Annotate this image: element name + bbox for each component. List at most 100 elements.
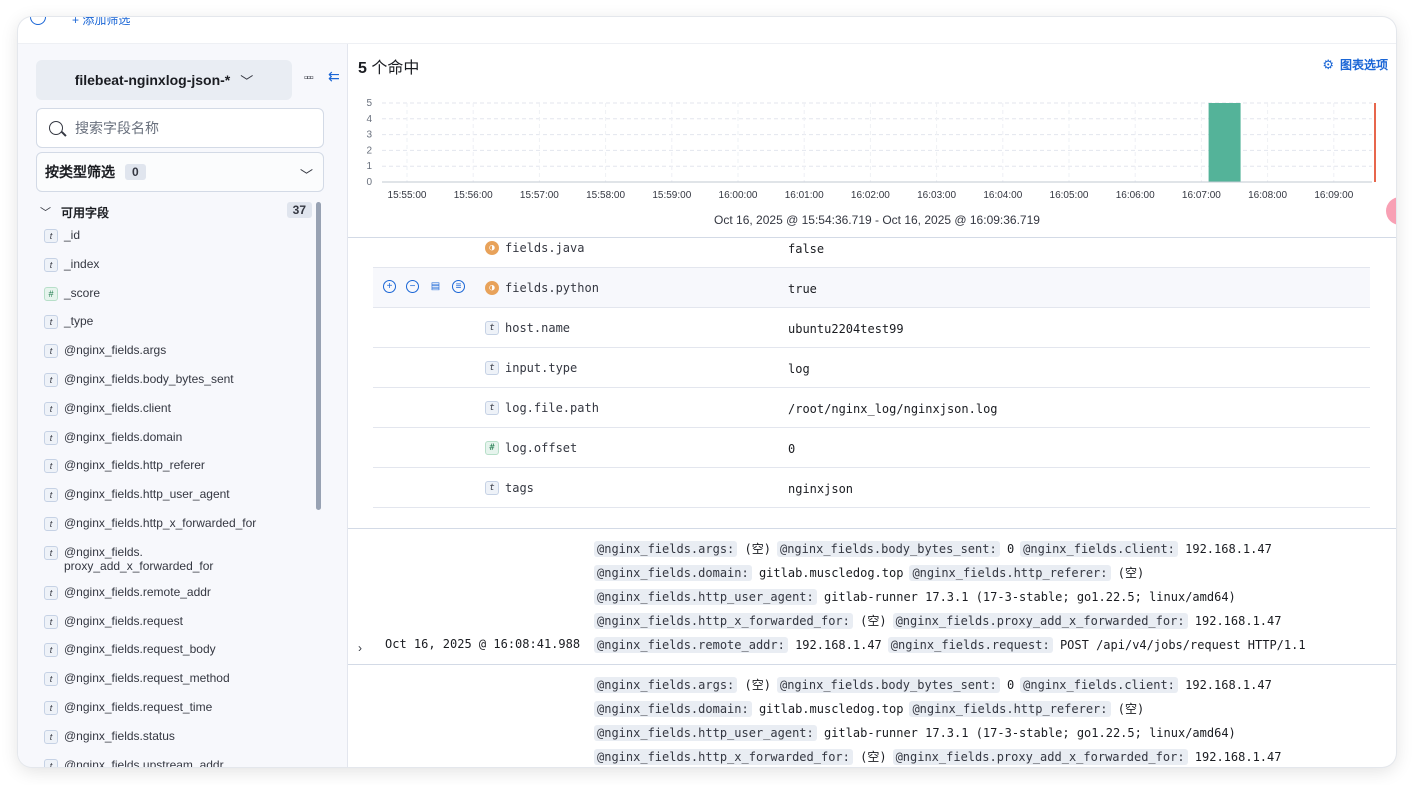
field-item[interactable]: t _index <box>44 257 314 286</box>
field-name: @nginx_fields.http_x_forwarded_for <box>64 515 257 530</box>
string-type-icon: t <box>44 729 58 744</box>
field-item[interactable]: t @nginx_fields.request_body <box>44 642 314 671</box>
available-fields-label: 可用字段 <box>61 205 110 220</box>
row-actions: + − ▤ ≡ <box>383 280 465 293</box>
doc-field-row: ◑ fields.java false <box>373 240 1370 268</box>
type-filter-label: 按类型筛选 <box>45 164 115 180</box>
source-key: @nginx_fields.request: <box>887 637 1053 653</box>
gear-icon: ⚙ <box>1322 56 1334 72</box>
doc-field-label: log.file.path <box>505 400 599 415</box>
filter-for-icon[interactable]: + <box>383 280 396 293</box>
doc-field-row: t log.file.path/root/nginx_log/nginxjson.… <box>373 388 1370 428</box>
toggle-column-icon[interactable]: ▤ <box>429 280 442 293</box>
y-tick-label: 0 <box>366 177 372 188</box>
chart-options-button[interactable]: ⚙ 图表选项 <box>1322 56 1388 73</box>
number-type-icon: # <box>44 286 58 301</box>
x-tick-label: 16:06:00 <box>1116 190 1155 201</box>
field-item[interactable]: t _id <box>44 228 314 257</box>
field-item[interactable]: t @nginx_fields.body_bytes_sent <box>44 372 314 401</box>
filter-options-icon[interactable] <box>30 17 46 25</box>
source-line: @nginx_fields.remote_addr: 192.168.1.47 @… <box>594 633 1354 657</box>
hits-label: 个命中 <box>366 60 420 77</box>
filter-out-icon[interactable]: − <box>406 280 419 293</box>
x-tick-label: 15:58:00 <box>586 190 625 201</box>
field-item[interactable]: t @nginx_fields.upstream_addr <box>44 758 314 767</box>
boolean-type-icon: ◑ <box>485 281 499 295</box>
doc-field-value: true <box>788 282 817 296</box>
doc-field-label: input.type <box>505 360 578 375</box>
doc-field-value: nginxjson <box>788 482 854 496</box>
field-item[interactable]: t @nginx_fields.remote_addr <box>44 585 314 614</box>
source-key: @nginx_fields.args: <box>594 677 738 693</box>
search-icon <box>49 121 63 135</box>
field-item[interactable]: t @nginx_fields.request_time <box>44 700 314 729</box>
field-name: _id <box>64 228 81 242</box>
source-key: @nginx_fields.body_bytes_sent: <box>776 541 1000 557</box>
field-item[interactable]: t @nginx_fields.request <box>44 614 314 643</box>
log-timestamp: Oct 16, 2025 @ 16:08:41.988 <box>385 637 581 651</box>
string-type-icon: t <box>44 459 58 474</box>
log-row[interactable]: @nginx_fields.args: (空) @nginx_fields.bod… <box>348 664 1396 767</box>
x-tick-label: 15:55:00 <box>388 190 427 201</box>
x-tick-label: 15:59:00 <box>652 190 691 201</box>
source-key: @nginx_fields.http_referer: <box>909 565 1111 581</box>
field-item[interactable]: t @nginx_fields.domain <box>44 430 314 459</box>
doc-field-row: + − ▤ ≡ ◑ fields.python true <box>373 268 1370 308</box>
field-item[interactable]: t @nginx_fields.status <box>44 729 314 758</box>
field-name: @nginx_fields.client <box>64 400 171 415</box>
field-item[interactable]: # _score <box>44 286 314 315</box>
field-item[interactable]: t @nginx_fields.http_referer <box>44 458 314 487</box>
doc-field-label: host.name <box>505 320 571 335</box>
source-value: 0 <box>999 542 1015 556</box>
expand-row-icon[interactable]: › <box>358 641 362 655</box>
document-detail-table: ◑ fields.java false + − ▤ ≡ ◑ fields.python true t… <box>373 240 1370 508</box>
filter-exists-icon[interactable]: ≡ <box>452 280 465 293</box>
divider <box>348 237 1396 238</box>
x-tick-label: 16:03:00 <box>917 190 956 201</box>
source-key: @nginx_fields.domain: <box>594 701 752 717</box>
search-input[interactable] <box>75 120 305 136</box>
type-filter-button[interactable]: 按类型筛选 0 ﹀ <box>36 152 324 192</box>
x-tick-label: 16:00:00 <box>719 190 758 201</box>
field-name: _score <box>64 285 101 300</box>
y-tick-label: 4 <box>366 114 372 125</box>
doc-field-value: log <box>788 362 810 376</box>
doc-field-value: ubuntu2204test99 <box>788 322 904 336</box>
chart-options-label: 图表选项 <box>1339 58 1388 72</box>
available-fields-header[interactable]: ﹀ 可用字段 37 <box>40 202 312 222</box>
field-search[interactable] <box>36 108 324 148</box>
sidebar-scrollbar[interactable] <box>316 202 321 510</box>
y-tick-label: 5 <box>366 98 372 109</box>
more-options-icon[interactable]: ▫▫▫ <box>304 72 314 84</box>
string-type-icon: t <box>44 643 58 658</box>
log-row[interactable]: @nginx_fields.args: (空) @nginx_fields.bod… <box>348 528 1396 664</box>
add-filter-link[interactable]: + 添加筛选 <box>72 17 130 28</box>
doc-field-name: # log.offset <box>485 440 577 455</box>
field-item[interactable]: t _type <box>44 314 314 343</box>
x-tick-label: 15:57:00 <box>520 190 559 201</box>
source-line: @nginx_fields.domain: gitlab.muscledog.t… <box>594 561 1354 585</box>
field-item[interactable]: t @nginx_fields.request_method <box>44 671 314 700</box>
field-item[interactable]: t @nginx_fields. proxy_add_x_forwarded_fo… <box>44 545 314 585</box>
field-name: @nginx_fields.args <box>64 343 167 358</box>
histogram-bar[interactable] <box>1208 103 1241 182</box>
source-key: @nginx_fields.http_user_agent: <box>594 725 817 741</box>
y-tick-label: 3 <box>366 130 372 141</box>
field-item[interactable]: t @nginx_fields.http_x_forwarded_for <box>44 516 314 545</box>
chevron-down-icon: ﹀ <box>240 73 254 89</box>
source-line: @nginx_fields.http_x_forwarded_for: (空) @… <box>594 609 1354 633</box>
source-key: @nginx_fields.remote_addr: <box>594 637 788 653</box>
field-item[interactable]: t @nginx_fields.http_user_agent <box>44 487 314 516</box>
source-value: 192.168.1.47 <box>1177 542 1272 556</box>
field-item[interactable]: t @nginx_fields.args <box>44 343 314 372</box>
field-name: @nginx_fields.request_time <box>64 699 213 714</box>
collapse-sidebar-icon[interactable]: ⇇ <box>328 68 340 85</box>
string-type-icon: t <box>44 401 58 416</box>
source-value: gitlab-runner 17.3.1 (17-3-stable; go1.2… <box>816 726 1236 740</box>
field-item[interactable]: t @nginx_fields.client <box>44 401 314 430</box>
source-key: @nginx_fields.http_user_agent: <box>594 589 817 605</box>
data-view-picker[interactable]: filebeat-nginxlog-json-* ﹀ <box>36 60 292 100</box>
string-type-icon: t <box>44 585 58 600</box>
doc-field-row: t host.name ubuntu2204test99 <box>373 308 1370 348</box>
source-line: @nginx_fields.domain: gitlab.muscledog.t… <box>594 697 1354 721</box>
